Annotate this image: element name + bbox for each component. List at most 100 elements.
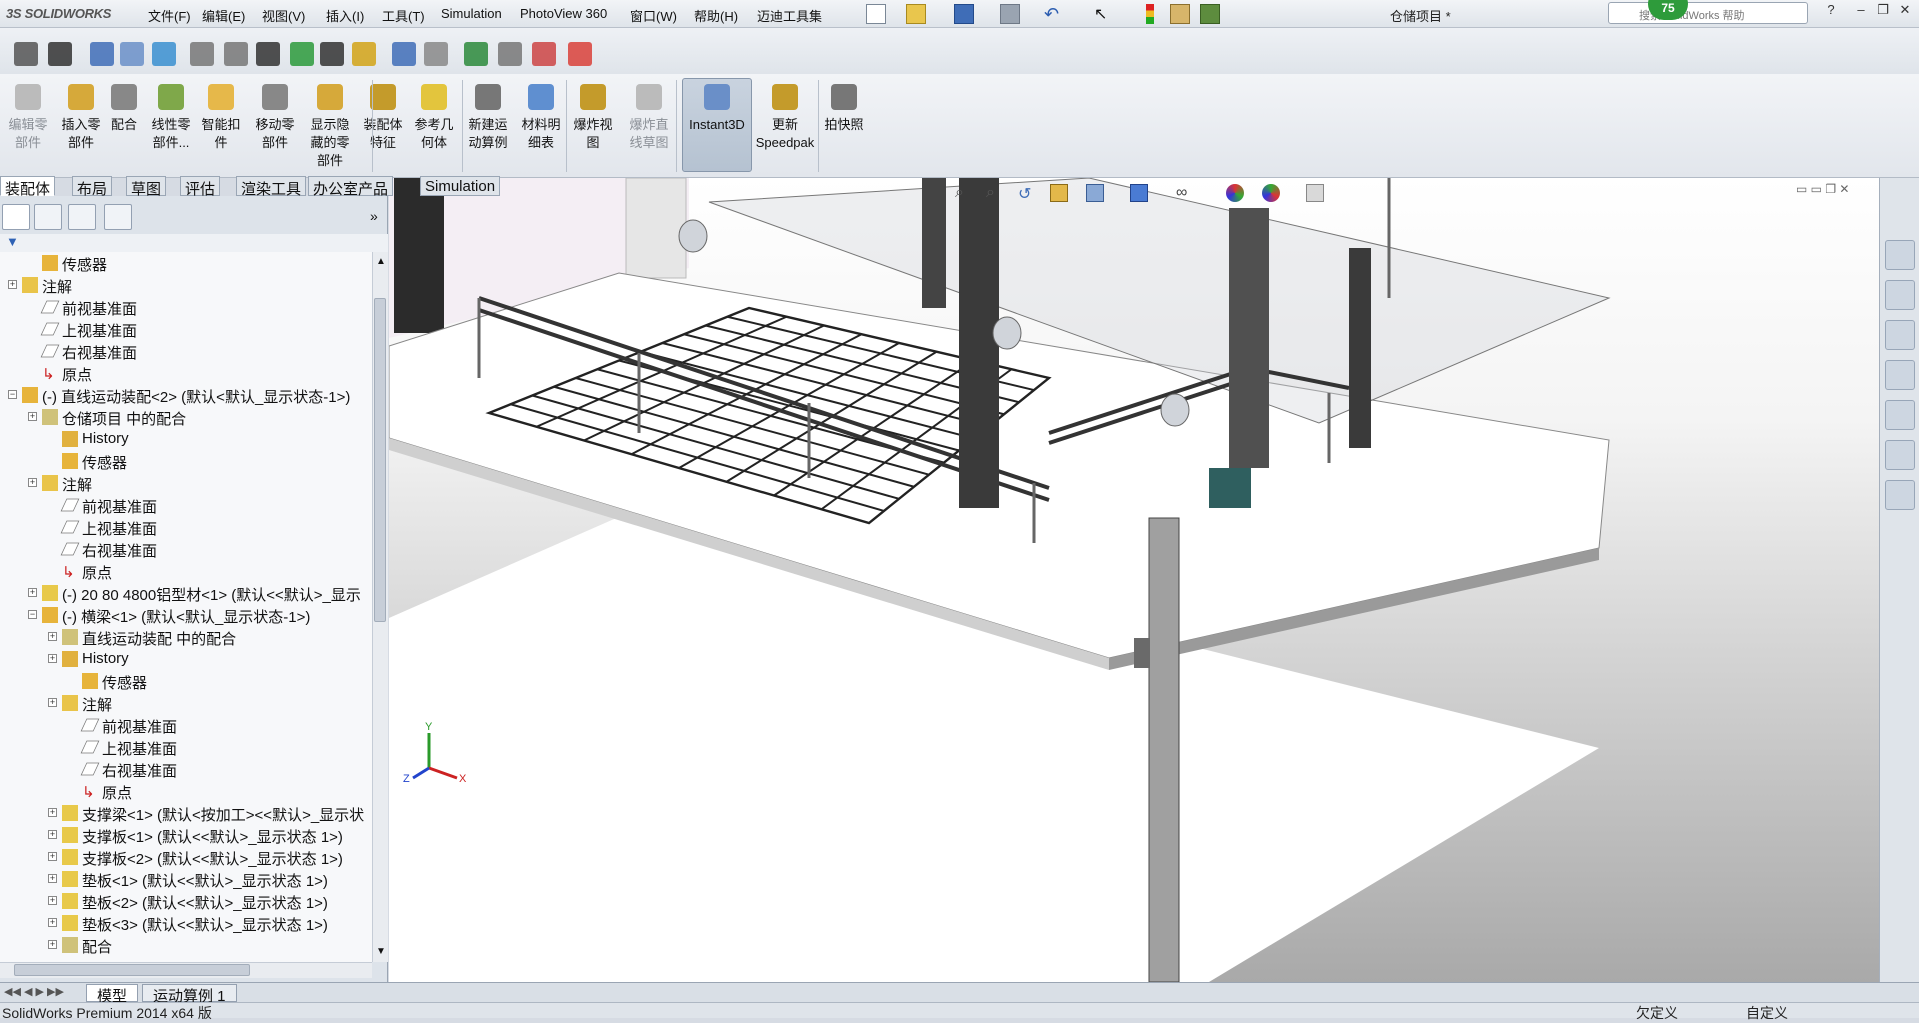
cmd-材料明细表[interactable]: 材料明 细表: [516, 80, 566, 176]
cmd-线性零部件[interactable]: 线性零 部件...: [144, 80, 198, 176]
tab-Simulation[interactable]: Simulation: [420, 176, 501, 196]
viewport-controls[interactable]: ▭ ▭ ❐ ✕: [1796, 182, 1850, 196]
menu-item[interactable]: Simulation: [441, 6, 502, 21]
solidworks-resources-icon[interactable]: [1885, 240, 1915, 270]
options-icon[interactable]: [1200, 4, 1220, 24]
tab-办公室产品[interactable]: 办公室产品: [308, 176, 394, 198]
binoculars-icon[interactable]: [424, 42, 448, 66]
section-view-icon[interactable]: [1050, 184, 1068, 202]
solidworks-logo[interactable]: 3S SOLIDWORKS: [6, 6, 111, 21]
cmd-爆炸直线草图[interactable]: 爆炸直 线草图: [620, 80, 678, 176]
cmd-装配体特征[interactable]: 装配体 特征: [358, 80, 408, 176]
cmd-配合[interactable]: 配合: [106, 80, 142, 176]
tab-装配体[interactable]: 装配体: [0, 176, 56, 198]
tree-expander-icon[interactable]: +: [28, 412, 37, 421]
file-properties-icon[interactable]: [1170, 4, 1190, 24]
tree-item[interactable]: 右视基准面: [0, 538, 372, 560]
smart-dimension-icon[interactable]: [48, 42, 72, 66]
tree-hscroll-thumb[interactable]: [14, 964, 250, 976]
graphics-viewport[interactable]: Y X Z: [389, 178, 1879, 982]
help-search-input[interactable]: 搜索 SolidWorks 帮助: [1608, 2, 1808, 24]
tab-渲染工具[interactable]: 渲染工具: [236, 176, 307, 198]
tree-item[interactable]: ↳ 原点: [0, 560, 372, 582]
scroll-down-icon[interactable]: ▼: [376, 946, 386, 957]
tree-item[interactable]: + 支撑板<2> (默认<<默认>_显示状态 1>): [0, 846, 372, 868]
tree-item[interactable]: 传感器: [0, 252, 372, 274]
cmd-编辑零部件[interactable]: 编辑零 部件: [4, 80, 52, 176]
new-document-icon[interactable]: [866, 4, 886, 24]
tree-filter-row[interactable]: ▼: [0, 234, 388, 252]
cmd-拍快照[interactable]: 拍快照: [822, 80, 866, 176]
tree-item[interactable]: + 仓储项目 中的配合: [0, 406, 372, 428]
tree-expander-icon[interactable]: +: [8, 280, 17, 289]
view-settings-icon[interactable]: [1306, 184, 1324, 202]
tree-item[interactable]: 前视基准面: [0, 714, 372, 736]
tree-item[interactable]: 前视基准面: [0, 494, 372, 516]
tree-expander-icon[interactable]: +: [48, 808, 57, 817]
tree-item[interactable]: 前视基准面: [0, 296, 372, 318]
tree-item[interactable]: History: [0, 428, 372, 450]
tree-item[interactable]: − (-) 横梁<1> (默认<默认_显示状态-1>): [0, 604, 372, 626]
minimize-button[interactable]: –: [1852, 2, 1870, 20]
tab-model[interactable]: 模型: [86, 984, 139, 1005]
edit-appearance-icon[interactable]: [1226, 184, 1244, 202]
tree-expander-icon[interactable]: +: [48, 874, 57, 883]
menu-item[interactable]: 帮助(H): [694, 6, 738, 25]
cmd-爆炸视图[interactable]: 爆炸视图: [568, 80, 618, 176]
tree-item[interactable]: 上视基准面: [0, 736, 372, 758]
display-icon[interactable]: [90, 42, 114, 66]
zoom-to-area-icon[interactable]: ⌕: [986, 184, 1006, 204]
select-icon[interactable]: ↖: [1094, 4, 1114, 24]
help-icon[interactable]: ?: [1822, 2, 1840, 20]
tab-motion-study[interactable]: 运动算例 1: [142, 984, 237, 1005]
tree-item[interactable]: + 垫板<3> (默认<<默认>_显示状态 1>): [0, 912, 372, 934]
ruler-icon[interactable]: [320, 42, 344, 66]
tab-草图[interactable]: 草图: [126, 176, 167, 198]
tree-item[interactable]: + 垫板<1> (默认<<默认>_显示状态 1>): [0, 868, 372, 890]
tree-item[interactable]: + 直线运动装配 中的配合: [0, 626, 372, 648]
configuration-manager-tab-icon[interactable]: [68, 204, 96, 230]
tab-navigation-arrows[interactable]: ◀◀ ◀ ▶ ▶▶: [4, 985, 64, 998]
hide-show-items-icon[interactable]: ∞: [1176, 184, 1198, 202]
tree-expander-icon[interactable]: +: [28, 588, 37, 597]
web-icon[interactable]: [152, 42, 176, 66]
menu-item[interactable]: 迈迪工具集: [757, 6, 822, 25]
undo-icon[interactable]: ↶: [1044, 4, 1064, 24]
zoom-to-fit-icon[interactable]: ⌕: [955, 184, 975, 204]
expand-panel-icon[interactable]: »: [370, 208, 378, 224]
cmd-新建运动算例[interactable]: 新建运 动算例: [462, 80, 514, 176]
tree-expander-icon[interactable]: +: [48, 896, 57, 905]
status-units[interactable]: 自定义: [1746, 1003, 1788, 1023]
tree-item[interactable]: + 支撑梁<1> (默认<按加工><<默认>_显示状: [0, 802, 372, 824]
mold-icon[interactable]: [256, 42, 280, 66]
print-icon[interactable]: [1000, 4, 1020, 24]
print-preview-icon[interactable]: [498, 42, 522, 66]
property-manager-tab-icon[interactable]: [34, 204, 62, 230]
view-orientation-icon[interactable]: [1086, 184, 1104, 202]
tab-布局[interactable]: 布局: [72, 176, 113, 198]
tree-expander-icon[interactable]: +: [48, 654, 57, 663]
view-palette-icon[interactable]: [1885, 400, 1915, 430]
custom-properties-icon[interactable]: [1885, 480, 1915, 510]
appearances-icon[interactable]: [1885, 440, 1915, 470]
cmd-插入零部件[interactable]: 插入零 部件: [56, 80, 106, 176]
menu-item[interactable]: 编辑(E): [202, 6, 245, 25]
cmd-移动零部件[interactable]: 移动零 部件: [248, 80, 302, 176]
tree-item[interactable]: + 注解: [0, 472, 372, 494]
open-icon[interactable]: [906, 4, 926, 24]
tree-expander-icon[interactable]: +: [48, 852, 57, 861]
tree-expander-icon[interactable]: −: [28, 610, 37, 619]
tree-item[interactable]: + (-) 20 80 4800铝型材<1> (默认<<默认>_显示: [0, 582, 372, 604]
tree-expander-icon[interactable]: +: [48, 632, 57, 641]
map-pin-icon[interactable]: [290, 42, 314, 66]
cmd-Instant3D[interactable]: Instant3D: [682, 80, 752, 176]
home-icon[interactable]: [1885, 280, 1915, 310]
settings-icon[interactable]: [190, 42, 214, 66]
assembly-visualization-icon[interactable]: [120, 42, 144, 66]
tree-item[interactable]: 上视基准面: [0, 318, 372, 340]
tree-item[interactable]: − (-) 直线运动装配<2> (默认<默认_显示状态-1>): [0, 384, 372, 406]
menu-item[interactable]: 工具(T): [382, 6, 425, 25]
tree-item[interactable]: 传感器: [0, 450, 372, 472]
menu-item[interactable]: 文件(F): [148, 6, 191, 25]
tab-评估[interactable]: 评估: [180, 176, 221, 198]
